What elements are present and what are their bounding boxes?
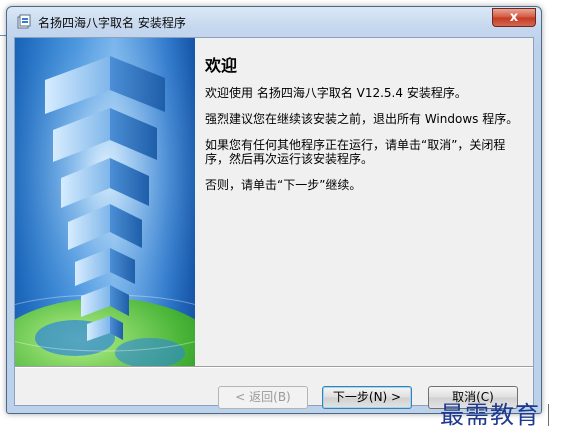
- installer-app-icon: [17, 14, 31, 29]
- watermark-logo-text: 最需教育: [440, 401, 540, 429]
- close-button[interactable]: x: [492, 8, 536, 27]
- title-bar[interactable]: 名扬四海八字取名 安装程序 x: [7, 7, 541, 37]
- welcome-paragraph: 欢迎使用 名扬四海八字取名 V12.5.4 安装程序。: [205, 86, 467, 100]
- banner-graphic: [15, 38, 195, 366]
- background-corner-line: [548, 404, 549, 426]
- welcome-heading: 欢迎: [205, 56, 238, 75]
- installer-window: 名扬四海八字取名 安装程序 x 欢迎 欢迎使用 名扬四海八字取名 V12.5.4…: [6, 6, 542, 414]
- installer-banner-image: [15, 38, 195, 366]
- wizard-client-area: 欢迎 欢迎使用 名扬四海八字取名 V12.5.4 安装程序。 强烈建议您在继续该…: [14, 37, 534, 409]
- close-programs-paragraph: 强烈建议您在继续该安装之前，退出所有 Windows 程序。: [205, 112, 519, 126]
- window-title: 名扬四海八字取名 安装程序: [38, 16, 186, 30]
- next-button[interactable]: 下一步(N) >: [322, 386, 412, 409]
- cancel-instruction-paragraph: 如果您有任何其他程序正在运行，请单击“取消”，关闭程序，然后再次运行该安装程序。: [205, 138, 506, 166]
- back-button[interactable]: < 返回(B): [218, 386, 308, 409]
- continue-instruction-paragraph: 否则，请单击“下一步”继续。: [205, 178, 362, 192]
- close-icon: x: [509, 10, 519, 25]
- button-separator: [15, 366, 533, 368]
- welcome-content: 欢迎 欢迎使用 名扬四海八字取名 V12.5.4 安装程序。 强烈建议您在继续该…: [205, 52, 525, 204]
